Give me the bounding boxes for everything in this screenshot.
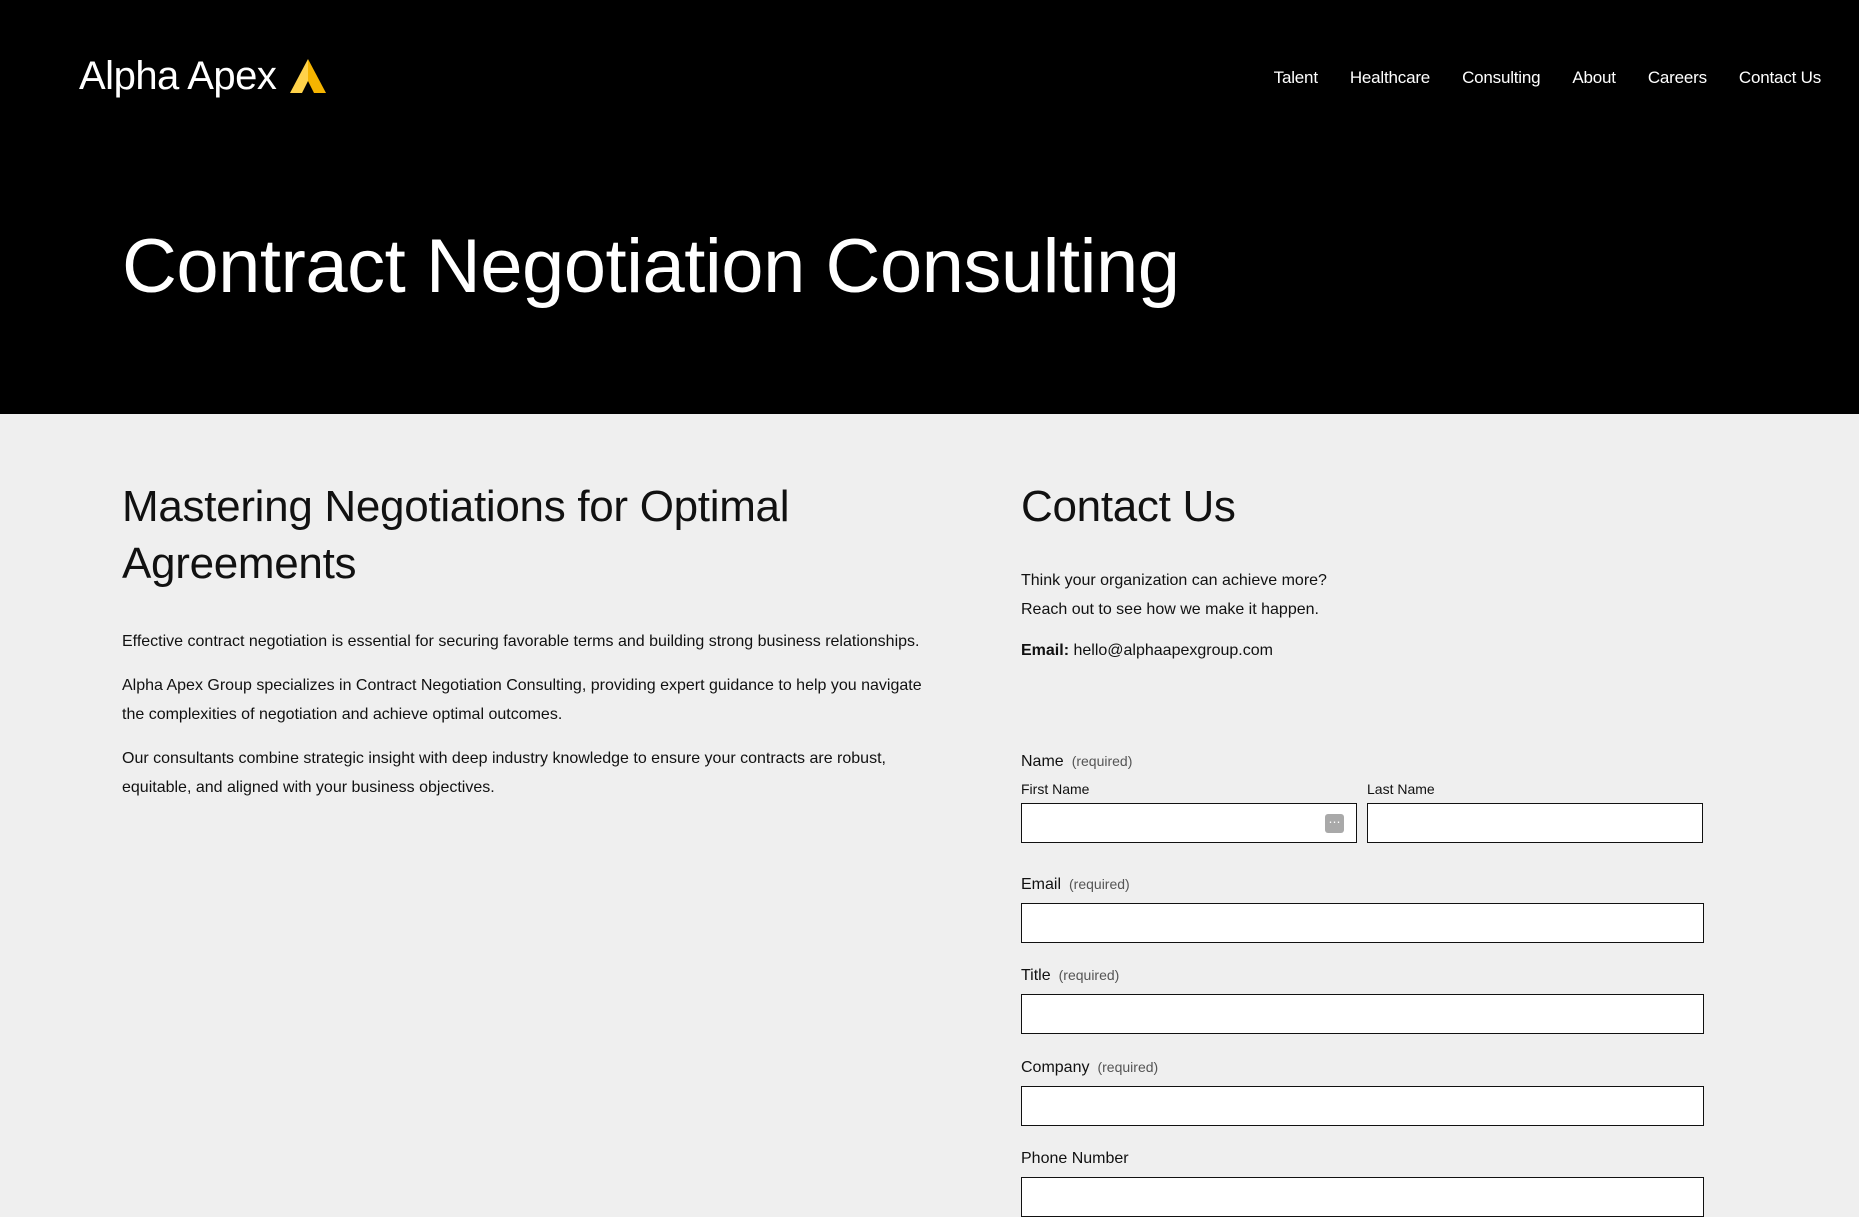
contact-intro-line-1: Think your organization can achieve more… [1021,572,1327,589]
company-field-group: Company (required) [1021,1059,1704,1126]
nav-item-talent[interactable]: Talent [1274,68,1318,88]
hero-banner: Alpha Apex Talent Healthcare Consulting … [0,0,1859,414]
phone-field-label: Phone Number [1021,1150,1129,1167]
phone-field-group: Phone Number [1021,1150,1704,1217]
section-heading: Mastering Negotiations for Optimal Agree… [122,482,790,588]
contact-form: Name (required) First Name ⋯ Last Name E… [1021,753,1704,1217]
last-name-input[interactable] [1367,803,1703,843]
required-indicator: (required) [1069,876,1130,892]
paragraph-services: Alpha Apex Group specializes in Contract… [122,677,922,723]
phone-input[interactable] [1021,1177,1704,1217]
nav-item-healthcare[interactable]: Healthcare [1350,68,1430,88]
apex-triangle-icon [290,58,327,93]
contact-intro: Think your organization can achieve more… [1021,566,1327,624]
nav-item-about[interactable]: About [1572,68,1616,88]
first-name-input[interactable]: ⋯ [1021,803,1357,843]
site-logo[interactable]: Alpha Apex [79,54,328,99]
required-indicator: (required) [1058,967,1120,983]
required-indicator: (required) [1071,753,1133,769]
first-name-label: First Name [1021,781,1090,797]
title-input[interactable] [1021,994,1704,1034]
last-name-label: Last Name [1367,781,1435,797]
email-label: Email: [1021,642,1070,659]
email-address-link[interactable]: hello@alphaapexgroup.com [1073,642,1272,659]
nav-item-contact-us[interactable]: Contact Us [1739,68,1821,88]
email-field-group: Email (required) [1021,876,1704,943]
name-label: Name [1021,753,1064,770]
autofill-icon[interactable]: ⋯ [1325,814,1344,833]
contact-heading: Contact Us [1021,482,1236,531]
title-field-group: Title (required) [1021,967,1704,1034]
required-indicator: (required) [1097,1059,1159,1075]
contact-intro-line-2: Reach out to see how we make it happen. [1021,601,1319,618]
page-title: Contract Negotiation Consulting [122,224,1180,309]
name-field-group: Name (required) First Name ⋯ Last Name [1021,753,1704,843]
logo-text: Alpha Apex [79,54,277,98]
nav-item-careers[interactable]: Careers [1648,68,1707,88]
contact-section: Contact Us Think your organization can a… [1021,478,1704,1217]
title-field-label: Title [1021,967,1051,984]
nav-item-consulting[interactable]: Consulting [1462,68,1541,88]
company-field-label: Company [1021,1059,1090,1076]
company-input[interactable] [1021,1086,1704,1126]
main-nav: Talent Healthcare Consulting About Caree… [1274,68,1822,88]
paragraph-consultants: Our consultants combine strategic insigh… [122,750,886,796]
email-input[interactable] [1021,903,1704,943]
email-field-label: Email [1021,876,1062,893]
contact-email: Email: hello@alphaapexgroup.com [1021,636,1273,665]
content-section: Mastering Negotiations for Optimal Agree… [122,478,942,802]
paragraph-intro: Effective contract negotiation is essent… [122,633,920,650]
